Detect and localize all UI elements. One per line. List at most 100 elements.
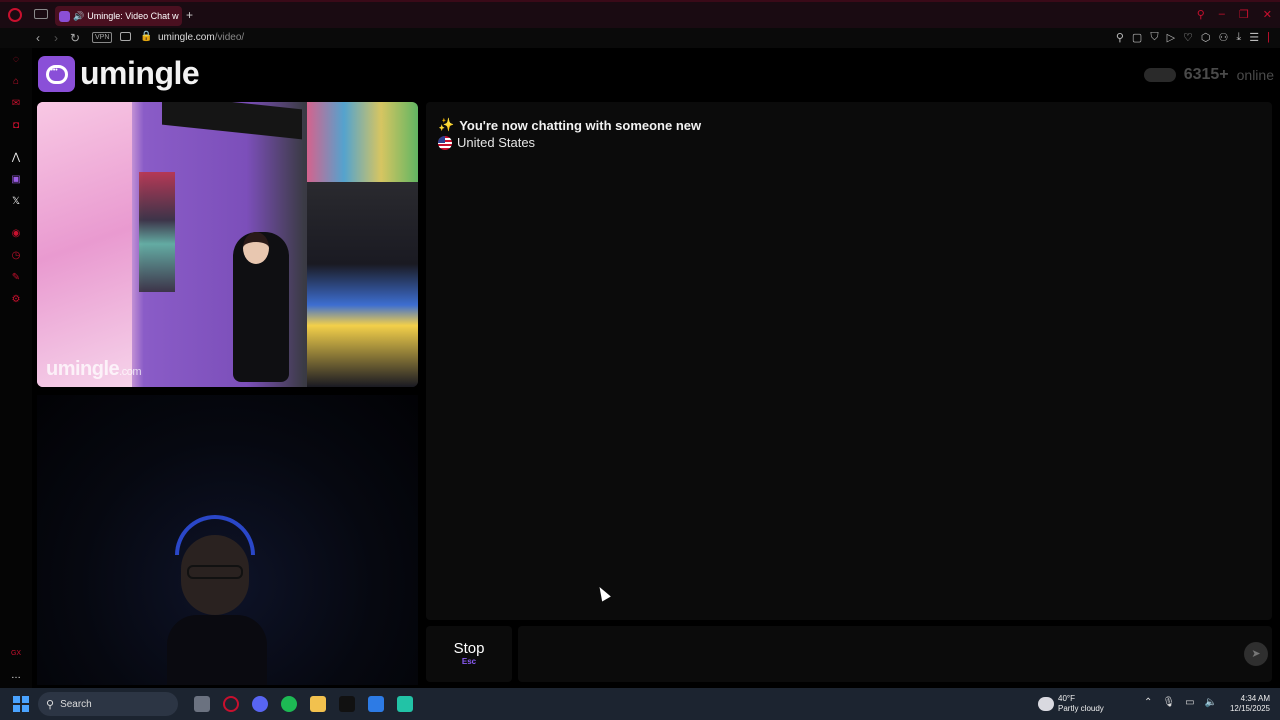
workspace-icon[interactable]: ⌂ [10, 76, 22, 88]
close-button[interactable]: ✕ [1263, 8, 1272, 21]
extensions-icon[interactable]: ⬡ [1201, 31, 1211, 44]
task-view-icon[interactable] [194, 696, 210, 712]
video-scene-head [243, 232, 269, 264]
country-name: United States [457, 135, 536, 150]
window-controls: ⚲ – ❐ ✕ [1197, 8, 1272, 21]
restore-button[interactable]: ❐ [1239, 8, 1249, 21]
history-icon[interactable]: ◷ [10, 250, 22, 262]
gx-icon[interactable]: GX [10, 648, 22, 660]
twitch-icon[interactable]: ▣ [10, 174, 22, 186]
search-tabs-icon[interactable]: ⚲ [1197, 8, 1205, 21]
toolbar-icons: ⚲ ▢ ⛉ ▷ ♡ ⬡ ⚇ ⤓ ☰ | [1116, 31, 1270, 44]
stop-label: Stop [453, 640, 485, 657]
camera-icon[interactable] [120, 32, 131, 41]
menu-icon[interactable]: ☰ [1249, 31, 1259, 44]
weather-widget[interactable]: 40°F Partly cloudy [1038, 694, 1104, 714]
address-bar: ‹ › ↻ VPN 🔒 umingle.com/video/ ⚲ ▢ ⛉ ▷ ♡… [0, 28, 1280, 48]
chevron-up-icon[interactable]: ⌃ [1144, 697, 1152, 708]
download-icon[interactable]: ⤓ [1236, 31, 1241, 44]
umingle-favicon-icon [59, 10, 70, 22]
spotify-icon[interactable] [281, 696, 297, 712]
capcut-icon[interactable] [339, 696, 355, 712]
search-icon: ⚲ [46, 698, 55, 711]
speaker-tray-icon[interactable]: 🔈 [1205, 697, 1217, 708]
clock-time: 4:34 AM [1240, 694, 1270, 703]
opera-gx-icon[interactable] [223, 696, 239, 712]
instagram-icon[interactable]: ◘ [10, 120, 22, 132]
browser-sidebar: ◌ ⌂ ✉ ◘ ⋀ ▣ 𝕏 ◉ ◷ ✎ ⚙ GX … [0, 48, 32, 688]
site-logo-text[interactable]: umingle [80, 55, 200, 92]
shield-icon[interactable]: ⛉ [1150, 31, 1158, 44]
local-video [37, 395, 418, 685]
tab-manager-icon[interactable] [34, 9, 48, 19]
reload-button[interactable]: ↻ [70, 31, 80, 45]
video-scene-poster [37, 102, 132, 387]
online-toggle[interactable] [1143, 68, 1176, 82]
system-message-text: You're now chatting with someone new [459, 117, 702, 133]
heart-icon[interactable]: ♡ [1183, 31, 1193, 44]
file-explorer-icon[interactable] [310, 696, 326, 712]
android-studio-icon[interactable] [397, 696, 413, 712]
stop-button[interactable]: Stop Esc [426, 626, 512, 682]
minimize-button[interactable]: – [1219, 8, 1225, 21]
online-label: online [1236, 67, 1274, 83]
video-scene-bed [307, 182, 418, 387]
app-icon[interactable] [368, 696, 384, 712]
url-host: umingle.com [158, 32, 215, 43]
weather-desc: Partly cloudy [1058, 704, 1104, 713]
local-video-person [167, 515, 267, 685]
messenger-icon[interactable]: ✉ [10, 98, 22, 110]
forward-button[interactable]: › [54, 31, 58, 45]
headphones-shape [175, 515, 255, 555]
player-icon[interactable]: ◉ [10, 228, 22, 240]
back-button[interactable]: ‹ [36, 31, 40, 45]
new-tab-button[interactable]: + [186, 8, 193, 22]
tab-title: Umingle: Video Chat w [87, 11, 179, 21]
opera-logo-icon[interactable] [8, 8, 22, 22]
sidebar-divider-icon: | [1267, 31, 1270, 43]
speaker-icon[interactable]: 🔊 [73, 11, 84, 22]
discord-icon[interactable] [252, 696, 268, 712]
system-tray: ⌃ 🎙 ▭ 🔈 [1144, 697, 1217, 708]
remote-video: umingle.com [37, 102, 418, 387]
snapshot-icon[interactable]: ▢ [1132, 31, 1142, 44]
display-icon[interactable]: ▭ [1185, 697, 1194, 708]
cloud-icon [1038, 697, 1054, 711]
play-icon[interactable]: ▷ [1167, 31, 1175, 44]
taskbar-search[interactable]: ⚲ Search [38, 692, 178, 716]
more-icon[interactable]: … [10, 670, 22, 682]
message-input[interactable]: ➤ [518, 626, 1272, 682]
microphone-icon[interactable]: 🎙 [1162, 697, 1175, 708]
taskbar: ⚲ Search 40°F Partly cloudy ⌃ 🎙 ▭ 🔈 4:34 … [0, 688, 1280, 720]
clock[interactable]: 4:34 AM 12/15/2025 [1230, 694, 1270, 714]
browser-tab[interactable]: 🔊 Umingle: Video Chat w [55, 6, 182, 26]
arrow-icon[interactable]: ⋀ [10, 152, 22, 164]
weather-temp: 40°F [1058, 694, 1075, 703]
x-icon[interactable]: 𝕏 [10, 196, 22, 208]
umingle-logo-icon[interactable] [38, 56, 75, 92]
clock-date: 12/15/2025 [1229, 704, 1270, 713]
us-flag-icon [438, 135, 452, 150]
url-path: /video/ [214, 32, 245, 43]
send-button[interactable]: ➤ [1244, 642, 1268, 666]
vpn-badge[interactable]: VPN [92, 32, 113, 43]
online-count: 6315+ [1183, 66, 1229, 83]
watermark-domain: .com [119, 366, 142, 378]
sparkles-icon: ✨ [438, 117, 455, 132]
partner-country: United States [438, 135, 535, 150]
aria-icon[interactable]: ◌ [10, 54, 22, 66]
pin-icon[interactable]: ⚲ [1116, 31, 1124, 44]
browser-tab-bar: 🔊 Umingle: Video Chat w + ⚲ – ❐ ✕ [0, 0, 1280, 28]
stop-shortcut: Esc [461, 657, 477, 666]
settings-icon[interactable]: ⚙ [10, 294, 22, 306]
url-field[interactable]: umingle.com/video/ [158, 32, 244, 43]
chat-panel: ✨ You're now chatting with someone new U… [426, 102, 1272, 620]
online-counter: 6315+ online [1143, 66, 1274, 84]
windows-start-icon[interactable] [13, 696, 29, 712]
extensions-sidebar-icon[interactable]: ✎ [10, 272, 22, 284]
video-scene-flags [307, 102, 418, 192]
video-scene-shelf [139, 172, 175, 292]
video-watermark: umingle.com [46, 358, 142, 381]
profile-icon[interactable]: ⚇ [1219, 31, 1229, 44]
lock-icon[interactable]: 🔒 [140, 31, 152, 42]
